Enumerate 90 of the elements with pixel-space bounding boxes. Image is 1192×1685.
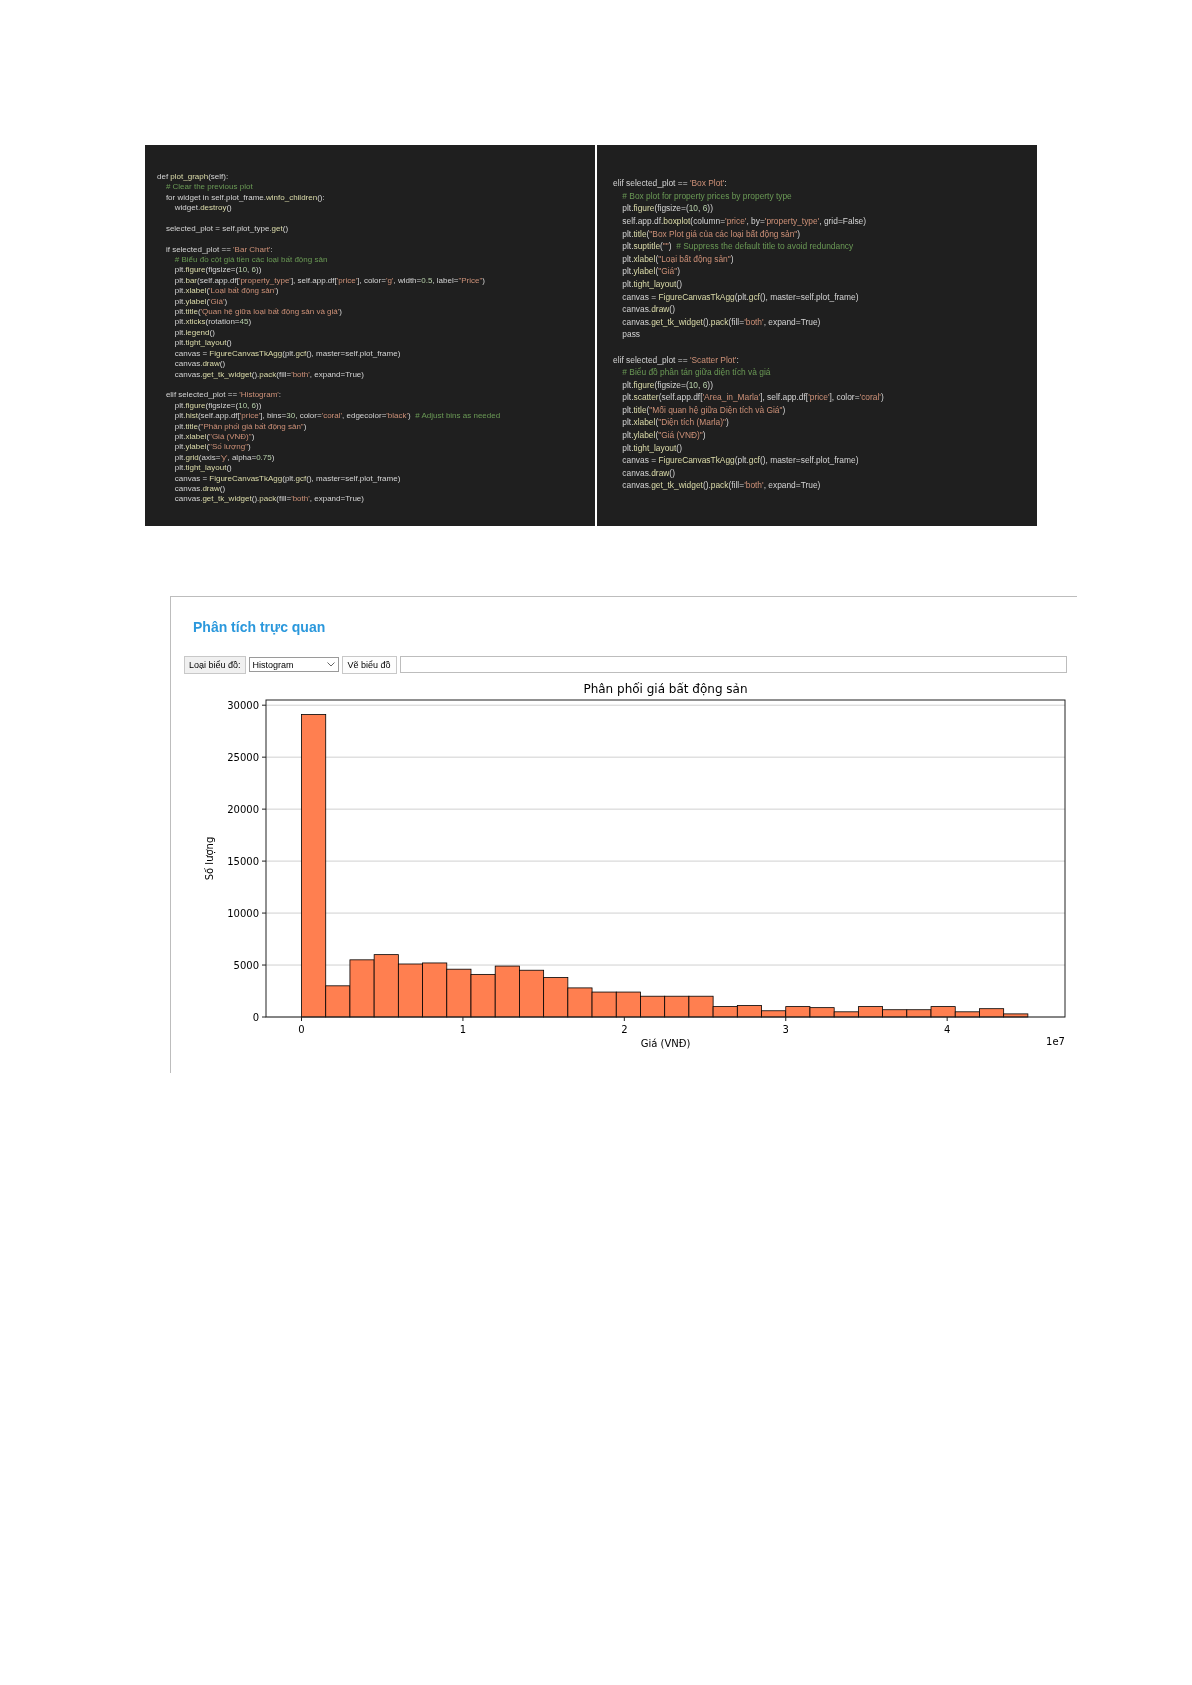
- code-line: plt.figure(figsize=(10, 6)): [173, 265, 262, 276]
- code-line: canvas.get_tk_widget().pack(fill='both', expand=True): [173, 369, 364, 380]
- code-line: canvas.draw(): [173, 359, 226, 370]
- code-line: plt.scatter(self.app.df['Area_in_Marla'], self.app.df['price'], color='coral'): [621, 391, 884, 404]
- x-tick-label: 3: [782, 1023, 789, 1035]
- code-line: if selected_plot == 'Bar Chart':: [164, 244, 273, 256]
- code-line: elif selected_plot == 'Scatter Plot':: [613, 353, 739, 367]
- histogram-bar: [640, 995, 666, 1017]
- code-line: plt.xlabel("Giá (VNĐ)"): [173, 431, 255, 443]
- y-tick-label: 5000: [233, 959, 259, 971]
- code-line: plt.xticks(rotation=45): [173, 317, 252, 328]
- code-line: plt.xlabel("Diện tích (Marla)"): [621, 416, 729, 430]
- y-tick-label: 25000: [227, 751, 259, 763]
- histogram-bar: [494, 965, 520, 1017]
- code-line: # Clear the previous plot: [164, 182, 253, 193]
- code-line: elif selected_plot == 'Box Plot':: [613, 177, 727, 190]
- y-axis-label: Số lượng: [204, 836, 215, 880]
- code-line: # Biểu đồ phân tán giữa diện tích và giá: [621, 366, 771, 379]
- code-line: canvas.get_tk_widget().pack(fill='both', expand=True): [621, 479, 821, 493]
- code-line: plt.title("Box Plot giá của các loại bất động sản"): [621, 227, 801, 241]
- code-line: canvas = FigureCanvasTkAgg(plt.gcf(), master=self.plot_frame): [173, 348, 401, 360]
- code-line: plt.figure(figsize=(10, 6)): [173, 400, 262, 412]
- input-field[interactable]: [399, 656, 1067, 674]
- x-axis-label: Giá (VNĐ): [640, 1037, 691, 1049]
- code-line: def plot_graph(self):: [157, 171, 229, 183]
- code-line: plt.xlabel("Loại bất động sản"): [621, 252, 734, 266]
- code-line: canvas.draw(): [621, 466, 675, 480]
- code-line: plt.tight_layout(): [621, 277, 682, 291]
- code-line: plt.ylabel("Giá"): [621, 265, 680, 278]
- code-line: plt.figure(figsize=(10, 6)): [621, 202, 713, 215]
- code-line: pass: [621, 328, 640, 341]
- caret-icon: [326, 662, 335, 668]
- code-line: plt.tight_layout(): [173, 338, 232, 349]
- code-line: plt.figure(figsize=(10, 6)): [621, 378, 713, 392]
- histogram-bar: [397, 963, 423, 1017]
- code-line: canvas.draw(): [621, 303, 675, 316]
- x-tick-label: 4: [944, 1023, 951, 1035]
- code-line: plt.bar(self.app.df['property_type'], self.app.df['price'], color='g', width=0.5, label="Price"): [173, 275, 485, 287]
- code-line: canvas = FigureCanvasTkAgg(plt.gcf(), master=self.plot_frame): [621, 454, 859, 467]
- code-line: plt.tight_layout(): [173, 463, 232, 474]
- histogram-bar: [591, 991, 617, 1017]
- histogram-bar: [664, 995, 690, 1017]
- histogram-bar: [882, 1008, 908, 1017]
- code-line: plt.ylabel("Giá (VNĐ)"): [621, 429, 706, 442]
- chart-type-dropdown[interactable]: Histogram: [248, 657, 339, 673]
- code-line: canvas = FigureCanvasTkAgg(plt.gcf(), master=self.plot_frame): [621, 290, 859, 304]
- x-tick-label: 0: [298, 1023, 305, 1035]
- code-line: plt.ylabel("Số lượng"): [173, 442, 251, 453]
- draw-chart-button[interactable]: Vẽ biểu đồ: [341, 655, 397, 674]
- code-line: # Biểu đồ cột giá tiền các loại bất động sản: [173, 255, 328, 266]
- y-tick-label: 30000: [227, 699, 259, 711]
- code-line: plt.title("Phân phối giá bất động sản"): [173, 421, 307, 432]
- code-line: canvas.get_tk_widget().pack(fill='both', expand=True): [621, 315, 821, 329]
- histogram-bar: [615, 991, 641, 1017]
- code-line: elif selected_plot == 'Histogram':: [164, 390, 282, 401]
- code-line: plt.ylabel('Giá'): [173, 296, 228, 308]
- code-line: plt.tight_layout(): [621, 441, 682, 455]
- code-line: plt.legend(): [173, 327, 215, 339]
- code-line: # Box plot for property prices by property type: [621, 189, 792, 203]
- chart-type-label: Loại biểu đồ:: [184, 655, 246, 674]
- code-line: plt.title('Quan hệ giữa loại bất động sản và giá'): [173, 307, 342, 318]
- code-line: plt.xlabel('Loại bất động sản'): [173, 286, 279, 297]
- code-line: plt.hist(self.app.df['price'], bins=30, color='coral', edgecolor='black') # Adjust bins as needed: [173, 411, 501, 422]
- code-line: plt.suptitle("") # Suppress the default title to avoid redundancy: [621, 240, 854, 253]
- code-line: self.app.df.boxplot(column='price', by='property_type', grid=False): [621, 214, 867, 228]
- y-tick-label: 15000: [227, 855, 259, 867]
- code-line: selected_plot = self.plot_type.get(): [164, 223, 289, 235]
- code-line: plt.title("Mối quan hệ giữa Diện tích và Giá"): [621, 403, 786, 417]
- histogram-bar: [470, 973, 496, 1017]
- chart-title: Phân phối giá bất động sản: [583, 681, 748, 696]
- histogram-bar: [906, 1008, 932, 1017]
- section-heading: Phân tích trực quan: [193, 618, 326, 635]
- code-line: canvas.get_tk_widget().pack(fill='both', expand=True): [173, 494, 364, 505]
- y-tick-label: 0: [252, 1011, 259, 1023]
- code-line: widget.destroy(): [173, 203, 232, 214]
- histogram-bar: [567, 987, 593, 1017]
- histogram-bar: [543, 976, 569, 1017]
- x-tick-label: 1: [459, 1023, 467, 1035]
- y-tick-label: 10000: [227, 907, 259, 919]
- code-line: plt.grid(axis='y', alpha=0.75): [173, 452, 275, 464]
- histogram-bar: [422, 962, 448, 1017]
- code-line: canvas.draw(): [173, 483, 226, 495]
- y-tick-label: 20000: [227, 803, 259, 815]
- x-scale-label: 1e7: [1046, 1035, 1065, 1047]
- code-line: canvas = FigureCanvasTkAgg(plt.gcf(), master=self.plot_frame): [173, 473, 401, 484]
- histogram-bar: [373, 953, 399, 1017]
- histogram-bar: [446, 968, 472, 1017]
- code-line: for widget in self.plot_frame.winfo_children():: [164, 192, 325, 204]
- histogram-bar: [519, 969, 545, 1017]
- x-tick-label: 2: [621, 1023, 628, 1035]
